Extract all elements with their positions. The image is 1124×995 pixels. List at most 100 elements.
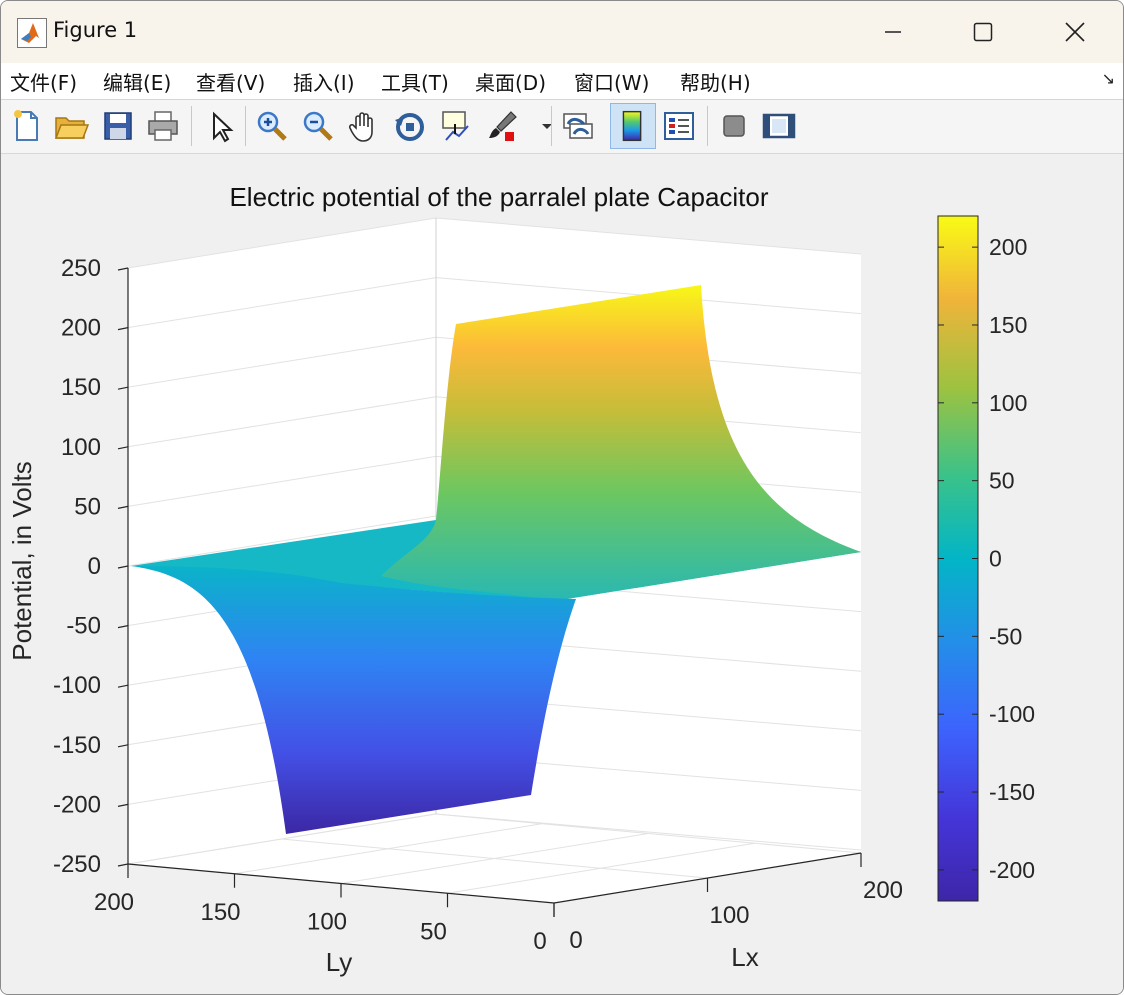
zoom-out-icon	[303, 111, 333, 141]
hide-plot-tools-icon	[723, 115, 745, 137]
insert-legend-button[interactable]	[659, 106, 699, 146]
z-tick-label: -150	[53, 732, 101, 759]
link-plot-button[interactable]	[558, 106, 598, 146]
x-axis-label: Lx	[731, 942, 758, 972]
colorbar-tick-label: 0	[989, 546, 1002, 572]
data-cursor-icon	[442, 111, 469, 141]
select-arrow-icon	[213, 111, 234, 143]
z-tick-label: 150	[61, 374, 101, 401]
y-tick-label: 150	[200, 899, 240, 926]
minimize-icon	[885, 31, 901, 33]
legend-icon	[664, 112, 694, 140]
dock-arrow-icon[interactable]: ↘	[1102, 69, 1115, 88]
z-tick-label: 100	[61, 434, 101, 461]
figure-toolbar	[1, 100, 1123, 154]
z-axis-label: Potential, in Volts	[7, 461, 37, 660]
chart-title: Electric potential of the parralel plate…	[229, 182, 768, 212]
figure-window: Figure 1 文件(F) 编辑(E) 查看(V) 插入(I) 工具(T) 桌…	[0, 0, 1124, 995]
minimize-button[interactable]	[847, 1, 939, 63]
colorbar-tick-label: -200	[989, 857, 1035, 883]
save-button[interactable]	[98, 106, 138, 146]
window-title: Figure 1	[53, 18, 138, 42]
z-tick-label: 0	[88, 553, 101, 580]
menu-bar: 文件(F) 编辑(E) 查看(V) 插入(I) 工具(T) 桌面(D) 窗口(W…	[1, 63, 1123, 100]
z-tick-mark	[117, 803, 129, 807]
z-tick-label: 50	[74, 493, 101, 520]
z-tick-mark	[117, 505, 129, 509]
menu-desktop[interactable]: 桌面(D)	[475, 67, 546, 96]
y-tick-label: 200	[94, 889, 134, 916]
show-plot-tools-icon	[762, 113, 796, 139]
print-button[interactable]	[143, 106, 183, 146]
title-bar: Figure 1	[1, 1, 1123, 63]
open-file-icon	[54, 117, 90, 139]
matlab-logo-icon	[17, 18, 47, 48]
pan-hand-icon	[348, 112, 373, 142]
rotate-3d-button[interactable]	[390, 106, 430, 146]
zoom-in-icon	[257, 111, 287, 141]
y-axis-label: Ly	[326, 947, 353, 977]
link-plot-icon	[563, 113, 593, 139]
colorbar-tick-label: -150	[989, 779, 1035, 805]
z-tick-mark	[117, 684, 129, 688]
data-cursor-button[interactable]	[435, 106, 475, 146]
y-tick-label: 50	[420, 918, 447, 945]
menu-view[interactable]: 查看(V)	[196, 67, 265, 96]
colorbar-tick-label: -50	[989, 623, 1022, 649]
colorbar: 200 150 100 50 0 -50 -100 -150 -200	[937, 215, 1035, 902]
print-icon	[148, 111, 178, 141]
z-tick-label: -50	[66, 613, 101, 640]
brush-dropdown[interactable]	[527, 106, 552, 146]
z-tick-label: 250	[61, 255, 101, 282]
brush-icon	[489, 111, 517, 141]
close-icon	[1065, 22, 1085, 42]
z-tick-label: -200	[53, 791, 101, 818]
z-tick-label: 200	[61, 315, 101, 342]
rotate-3d-icon	[395, 113, 424, 141]
z-tick-label: -250	[53, 851, 101, 878]
x-tick-label: 100	[709, 902, 749, 929]
toolbar-separator	[707, 106, 708, 146]
close-button[interactable]	[1029, 1, 1121, 63]
save-icon	[104, 112, 132, 140]
new-figure-button[interactable]	[7, 106, 47, 146]
zoom-out-button[interactable]	[298, 106, 338, 146]
insert-colorbar-button[interactable]	[610, 103, 656, 149]
x-tick-label: 0	[569, 927, 582, 954]
z-tick-mark	[117, 446, 129, 450]
colorbar-tick-label: 50	[989, 468, 1015, 494]
z-tick-mark	[117, 327, 129, 331]
zoom-in-button[interactable]	[252, 106, 292, 146]
maximize-button[interactable]	[937, 1, 1029, 63]
select-button[interactable]	[200, 106, 240, 146]
colorbar-tick-label: 100	[989, 390, 1027, 416]
z-tick-mark	[117, 267, 129, 271]
show-plot-tools-button[interactable]	[759, 106, 799, 146]
hide-plot-tools-button[interactable]	[714, 106, 754, 146]
open-file-button[interactable]	[51, 106, 91, 146]
menu-help[interactable]: 帮助(H)	[680, 67, 751, 96]
colorbar-tick-label: -100	[989, 701, 1035, 727]
pan-button[interactable]	[344, 106, 384, 146]
menu-window[interactable]: 窗口(W)	[574, 67, 649, 96]
new-figure-icon	[14, 110, 38, 141]
z-tick-mark	[117, 386, 129, 390]
z-axis-ticks: 250 200 150 100 50 0 -50 -100 -150 -200 -250	[53, 255, 129, 878]
menu-edit[interactable]: 编辑(E)	[103, 67, 171, 96]
z-tick-mark	[117, 863, 129, 867]
colorbar-tick-label: 200	[989, 234, 1027, 260]
y-tick-label: 100	[307, 909, 347, 936]
z-tick-label: -100	[53, 672, 101, 699]
toolbar-separator	[245, 106, 246, 146]
menu-tools[interactable]: 工具(T)	[381, 67, 449, 96]
brush-button[interactable]	[483, 106, 523, 146]
colorbar-tick-label: 150	[989, 312, 1027, 338]
y-tick-label: 0	[533, 928, 546, 955]
menu-insert[interactable]: 插入(I)	[293, 67, 355, 96]
surface-plot[interactable]: 250 200 150 100 50 0 -50 -100 -150 -200 -250 0 50 10…	[1, 154, 1123, 994]
menu-file[interactable]: 文件(F)	[10, 67, 77, 96]
z-tick-mark	[117, 625, 129, 629]
figure-canvas[interactable]: 250 200 150 100 50 0 -50 -100 -150 -200 -250 0 50 10…	[1, 154, 1123, 994]
maximize-icon	[973, 22, 993, 42]
toolbar-separator	[191, 106, 192, 146]
